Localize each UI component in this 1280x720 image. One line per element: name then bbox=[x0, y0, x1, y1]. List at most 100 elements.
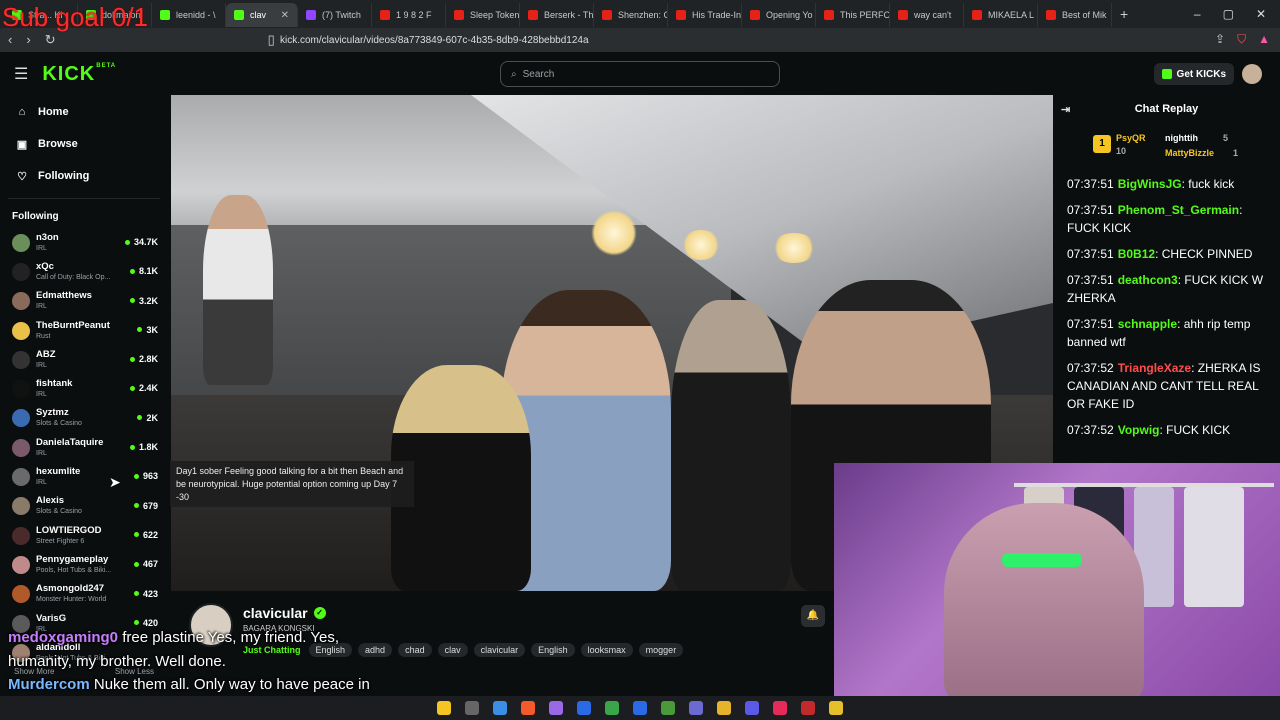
viewer-count-value: 1.8K bbox=[138, 442, 158, 453]
taskbar-app-icon[interactable] bbox=[437, 701, 451, 715]
taskbar-app-icon[interactable] bbox=[801, 701, 815, 715]
live-dot-icon bbox=[133, 591, 139, 597]
user-avatar[interactable] bbox=[1242, 64, 1262, 84]
taskbar-app-icon[interactable] bbox=[633, 701, 647, 715]
get-kicks-button[interactable]: Get KICKs bbox=[1153, 63, 1234, 85]
tag-chip[interactable]: clav bbox=[437, 643, 468, 657]
taskbar-app-icon[interactable] bbox=[717, 701, 731, 715]
taskbar-app-icon[interactable] bbox=[577, 701, 591, 715]
streamer-name[interactable]: clavicular bbox=[243, 605, 308, 621]
bookmark-icon[interactable]: ▯ bbox=[268, 32, 275, 48]
browser-tab[interactable]: Best of Mik bbox=[1038, 3, 1112, 27]
share-icon[interactable]: ⇪ bbox=[1215, 32, 1225, 47]
followed-channel[interactable]: Asmongold247 Monster Hunter: World 423 bbox=[0, 580, 168, 609]
tag-chip[interactable]: clavicular bbox=[473, 643, 526, 657]
live-dot-icon bbox=[137, 327, 143, 333]
browser-tab[interactable]: Opening Yo bbox=[742, 3, 816, 27]
video-lamp bbox=[591, 210, 637, 256]
nav-item-following[interactable]: ♡ Following bbox=[0, 160, 168, 192]
taskbar-app-icon[interactable] bbox=[521, 701, 535, 715]
browser-tab[interactable]: MIKAELA L bbox=[964, 3, 1038, 27]
taskbar-app-icon[interactable] bbox=[465, 701, 479, 715]
channel-name: Asmongold247 bbox=[36, 583, 105, 595]
browser-tab[interactable]: leenidd - \ bbox=[152, 3, 226, 27]
taskbar-app-icon[interactable] bbox=[689, 701, 703, 715]
viewer-count-value: 2K bbox=[146, 412, 158, 423]
new-tab-icon[interactable]: + bbox=[1112, 6, 1136, 22]
channel-category: IRL bbox=[36, 303, 47, 311]
channel-avatar bbox=[12, 409, 30, 428]
viewer-count: 2K bbox=[137, 413, 158, 423]
search-input[interactable]: ⌕ Search bbox=[500, 61, 780, 87]
chat-username[interactable]: Vopwig bbox=[1118, 423, 1160, 437]
channel-avatar bbox=[12, 321, 30, 340]
chat-username[interactable]: BigWinsJG bbox=[1118, 177, 1182, 191]
collapse-chat-icon[interactable]: ⇥ bbox=[1061, 103, 1070, 116]
maximize-icon[interactable]: ▢ bbox=[1223, 7, 1234, 21]
followed-channel[interactable]: Pennygameplay Pools, Hot Tubs & Biki... 46… bbox=[0, 550, 168, 579]
browser-tab[interactable]: His Trade-In bbox=[668, 3, 742, 27]
following-section-label: Following bbox=[12, 211, 59, 222]
taskbar-app-icon[interactable] bbox=[605, 701, 619, 715]
url-field[interactable]: kick.com/clavicular/videos/8a773849-607c… bbox=[280, 35, 589, 46]
followed-channel[interactable]: xQc Call of Duty: Black Op... 8.1K bbox=[0, 257, 168, 286]
followed-channel[interactable]: fishtank IRL 2.4K bbox=[0, 374, 168, 403]
tag-chip[interactable]: looksmax bbox=[580, 643, 633, 657]
followed-channel[interactable]: n3on IRL 34.7K bbox=[0, 228, 168, 257]
browser-tab[interactable]: This PERFO bbox=[816, 3, 890, 27]
tab-title: Opening Yo bbox=[766, 10, 813, 20]
taskbar-app-icon[interactable] bbox=[773, 701, 787, 715]
taskbar-app-icon[interactable] bbox=[549, 701, 563, 715]
browser-tab[interactable]: (7) Twitch bbox=[298, 3, 372, 27]
followed-channel[interactable]: DanielaTaquire IRL 1.8K bbox=[0, 433, 168, 462]
taskbar-app-icon[interactable] bbox=[829, 701, 843, 715]
taskbar-app-icon[interactable] bbox=[493, 701, 507, 715]
tag-chip[interactable]: English bbox=[531, 643, 575, 657]
taskbar-app-icon[interactable] bbox=[661, 701, 675, 715]
browse-icon: ▣ bbox=[16, 138, 28, 151]
chat-username[interactable]: TriangleXaze bbox=[1118, 361, 1191, 375]
nav-item-browse[interactable]: ▣ Browse bbox=[0, 128, 168, 160]
kick-logo[interactable]: KICKBETA bbox=[42, 63, 116, 86]
channel-name: xQc bbox=[36, 260, 54, 272]
gifter-name[interactable]: MattyBizzle bbox=[1165, 148, 1214, 158]
taskbar-app-icon[interactable] bbox=[745, 701, 759, 715]
video-lamp bbox=[681, 230, 721, 260]
browser-tab[interactable]: Sleep Token bbox=[446, 3, 520, 27]
tab-active[interactable]: clav ✕ bbox=[226, 3, 298, 27]
rewards-icon[interactable]: ▲ bbox=[1258, 32, 1270, 47]
followed-channel[interactable]: Alexis Slots & Casino 679 bbox=[0, 492, 168, 521]
nav-item-home[interactable]: ⌂ Home bbox=[0, 96, 168, 128]
followed-channel[interactable]: Edmatthews IRL 3.2K bbox=[0, 287, 168, 316]
followed-channel[interactable]: hexumlite IRL 963 bbox=[0, 462, 168, 491]
followed-channel[interactable]: Syztmz Slots & Casino 2K bbox=[0, 404, 168, 433]
notification-bell-button[interactable]: 🔔 bbox=[801, 605, 825, 627]
forward-icon[interactable]: › bbox=[26, 32, 30, 48]
chat-username[interactable]: Phenom_St_Germain bbox=[1118, 203, 1239, 217]
tag-chip[interactable]: mogger bbox=[638, 643, 684, 657]
channel-avatar bbox=[12, 468, 30, 487]
minimize-icon[interactable]: – bbox=[1194, 7, 1201, 21]
followed-channel[interactable]: ABZ IRL 2.8K bbox=[0, 345, 168, 374]
close-icon[interactable]: ✕ bbox=[1256, 7, 1266, 21]
chat-username[interactable]: B0B12 bbox=[1118, 247, 1155, 261]
gifter-name[interactable]: nighttih bbox=[1165, 133, 1198, 143]
followed-channel[interactable]: TheBurntPeanut Rust 3K bbox=[0, 316, 168, 345]
gifter-name[interactable]: PsyQR bbox=[1116, 133, 1146, 143]
viewer-count: 8.1K bbox=[129, 266, 158, 276]
browser-tab[interactable]: Berserk - Th bbox=[520, 3, 594, 27]
reload-icon[interactable]: ↻ bbox=[45, 32, 56, 48]
back-icon[interactable]: ‹ bbox=[8, 32, 12, 48]
tab-favicon-icon bbox=[380, 10, 390, 20]
browser-tab[interactable]: Shenzhen: C bbox=[594, 3, 668, 27]
browser-tab[interactable]: 1 9 8 2 F bbox=[372, 3, 446, 27]
brave-shield-icon[interactable]: ⛉ bbox=[1237, 32, 1246, 47]
close-tab-icon[interactable]: ✕ bbox=[281, 10, 289, 21]
browser-tab[interactable]: way can't bbox=[890, 3, 964, 27]
chat-username[interactable]: schnapple bbox=[1118, 317, 1177, 331]
menu-icon[interactable]: ☰ bbox=[14, 64, 28, 84]
followed-channel[interactable]: LOWTIERGOD Street Fighter 6 622 bbox=[0, 521, 168, 550]
chat-username[interactable]: deathcon3 bbox=[1118, 273, 1178, 287]
tag-chip[interactable]: chad bbox=[398, 643, 432, 657]
site-header: ☰ KICKBETA ⌕ Search Get KICKs bbox=[0, 52, 1280, 96]
